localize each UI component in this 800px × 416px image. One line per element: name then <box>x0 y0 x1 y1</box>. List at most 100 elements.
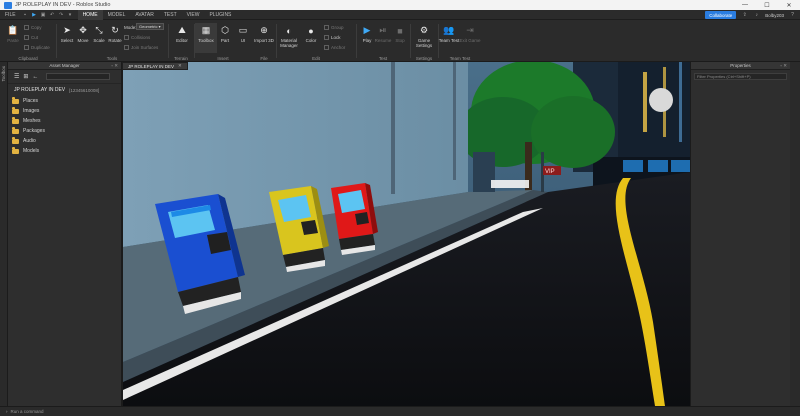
save-icon[interactable]: ▪ <box>22 11 29 18</box>
username[interactable]: Bolby203 <box>765 13 784 18</box>
rotate-icon: ↻ <box>111 25 119 35</box>
team-test-label: Team Test <box>438 38 460 43</box>
team-test-button[interactable]: 👥 Team Test <box>438 23 460 53</box>
place-heading: JP ROLEPLAY IN DEV [12345610008] <box>8 84 121 96</box>
viewport-tab[interactable]: JP ROLEPLAY IN DEV ✕ <box>122 62 188 70</box>
undo-icon[interactable]: ↶ <box>49 11 56 18</box>
part-cube-icon: ⬡ <box>221 25 229 35</box>
properties-header: Properties ▫ ✕ <box>691 62 790 70</box>
game-settings-button[interactable]: ⚙ Game Settings <box>413 23 435 53</box>
folder-places[interactable]: Places <box>12 96 121 106</box>
folder-packages[interactable]: Packages <box>12 126 121 136</box>
terrain-editor-label: Editor <box>176 38 188 43</box>
terrain-group: ⛰ Editor Terrain <box>168 20 194 62</box>
duplicate-icon <box>24 45 29 50</box>
tab-home[interactable]: HOME <box>77 9 103 20</box>
collisions-label: Collisions <box>131 35 151 40</box>
mode-dropdown[interactable]: Geometric ▾ <box>136 23 164 30</box>
grid-view-icon[interactable]: ⊞ <box>23 73 28 80</box>
duplicate-button[interactable]: Duplicate <box>24 44 50 51</box>
copy-button[interactable]: Copy <box>24 24 42 31</box>
terrain-editor-button[interactable]: ⛰ Editor <box>171 23 193 53</box>
insert-group: ▦ Toolbox ⬡ Part ▭ UI Insert <box>194 20 252 62</box>
settings-group-label: Settings <box>415 56 433 61</box>
toolbox-side-tab[interactable]: Toolbox <box>1 66 6 82</box>
paste-icon: 📋 <box>7 25 19 35</box>
list-view-icon[interactable]: ☰ <box>14 73 19 80</box>
tab-avatar[interactable]: AVATAR <box>130 10 159 20</box>
folder-icon <box>12 107 19 114</box>
folder-audio[interactable]: Audio <box>12 136 121 146</box>
ui-icon: ▭ <box>238 25 248 35</box>
scale-icon: ⤡ <box>95 25 103 35</box>
material-manager-button[interactable]: ◐ Material Manager <box>278 23 300 53</box>
close-icon[interactable]: ✕ <box>178 63 182 69</box>
maximize-button[interactable]: ☐ <box>756 0 778 10</box>
play-icon: ▶ <box>363 25 371 35</box>
minimize-button[interactable]: — <box>734 0 756 10</box>
gear-icon: ⚙ <box>419 25 429 35</box>
tab-test[interactable]: TEST <box>159 10 182 20</box>
collaborate-button[interactable]: Collaborate <box>705 11 737 19</box>
file-group-label: File <box>260 56 268 61</box>
start-server-icon[interactable]: ▣ <box>40 11 47 18</box>
command-bar[interactable]: › Run a command <box>0 406 800 416</box>
team-test-group: 👥 Team Test ⇥ Exit Game Team Test <box>438 20 482 62</box>
3d-viewport[interactable]: VIP <box>122 62 690 406</box>
tab-model[interactable]: MODEL <box>103 10 131 20</box>
folder-models[interactable]: Models <box>12 146 121 156</box>
folder-meshes[interactable]: Meshes <box>12 116 121 126</box>
ui-button[interactable]: ▭ UI <box>232 23 254 53</box>
anchor-label: Anchor <box>331 45 346 50</box>
anchor-button[interactable]: Anchor <box>324 44 345 51</box>
import-3d-icon: ⊕ <box>260 25 268 35</box>
folder-label: Audio <box>23 138 36 144</box>
exit-game-icon: ⇥ <box>466 25 474 35</box>
game-settings-label: Game Settings <box>415 38 433 48</box>
settings-group: ⚙ Game Settings Settings <box>410 20 438 62</box>
back-arrow-icon[interactable]: ← <box>32 74 38 80</box>
asset-search-input[interactable] <box>46 73 111 80</box>
tab-view[interactable]: VIEW <box>182 10 205 20</box>
exit-game-button[interactable]: ⇥ Exit Game <box>459 23 481 53</box>
cut-label: Cut <box>31 35 39 40</box>
ribbon: 📋 Paste Copy Cut Duplicate Clipboard ➤ S… <box>0 20 800 62</box>
scene-render[interactable]: VIP <box>123 62 690 406</box>
chevron-down-icon[interactable]: ▾ <box>67 11 74 18</box>
play-icon[interactable]: ▶ <box>31 11 38 18</box>
exit-game-label: Exit Game <box>459 38 481 43</box>
properties-filter-input[interactable]: Filter Properties (Ctrl+Shift+P) <box>694 73 787 80</box>
lock-button[interactable]: Lock <box>324 34 341 41</box>
color-button[interactable]: ● Color <box>300 23 322 53</box>
import-3d-button[interactable]: ⊕ Import 3D <box>253 23 275 53</box>
share-icon[interactable]: ⇪ <box>741 12 748 19</box>
panel-close-icon[interactable]: ▫ ✕ <box>780 63 787 69</box>
anchor-icon <box>324 45 329 50</box>
place-id: [12345610008] <box>69 87 100 93</box>
file-menu[interactable]: FILE <box>0 10 21 20</box>
collisions-toggle[interactable]: Collisions <box>124 34 150 41</box>
group-button[interactable]: Group <box>324 24 344 31</box>
properties-panel: Properties ▫ ✕ Filter Properties (Ctrl+S… <box>690 62 790 406</box>
tab-plugins[interactable]: PLUGINS <box>204 10 236 20</box>
stop-button[interactable]: ■ Stop <box>389 23 411 53</box>
paste-button[interactable]: 📋 Paste <box>2 23 24 53</box>
command-input[interactable]: Run a command <box>11 409 44 414</box>
cut-button[interactable]: Cut <box>24 34 38 41</box>
mode-label: Mode: <box>124 25 137 30</box>
edit-group-label: Edit <box>312 56 320 61</box>
insert-group-label: Insert <box>217 56 229 61</box>
notification-bell-icon[interactable]: ♪ <box>753 12 760 19</box>
rotate-button[interactable]: ↻ Rotate <box>104 23 126 53</box>
close-button[interactable]: ✕ <box>778 0 800 10</box>
properties-title: Properties <box>730 63 751 68</box>
ui-label: UI <box>240 38 246 43</box>
cursor-icon: ➤ <box>63 25 71 35</box>
panel-close-icon[interactable]: ▫ ✕ <box>111 63 118 69</box>
join-surfaces-toggle[interactable]: Join Surfaces <box>124 44 158 51</box>
help-icon[interactable]: ? <box>789 12 796 19</box>
material-manager-icon: ◐ <box>286 25 292 36</box>
redo-icon[interactable]: ↷ <box>58 11 65 18</box>
folder-images[interactable]: Images <box>12 106 121 116</box>
resume-icon: ⏯ <box>379 25 387 35</box>
